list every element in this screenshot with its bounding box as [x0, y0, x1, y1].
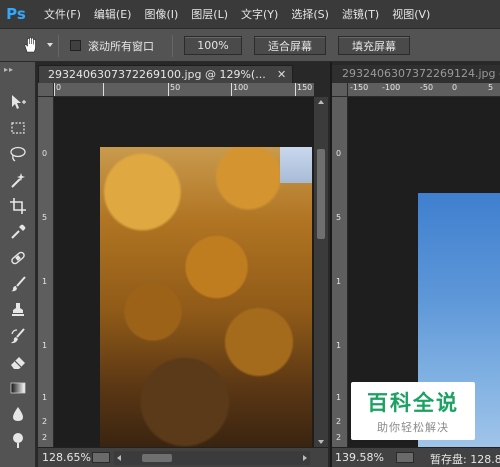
- document-tab-title: 2932406307372269124.jpg @: [342, 67, 500, 80]
- close-icon[interactable]: ✕: [277, 66, 286, 83]
- ruler-label: 5: [336, 213, 342, 222]
- watermark-logo: 百科全说 助你轻松解决: [351, 382, 475, 440]
- zoom-level[interactable]: 128.65%: [42, 451, 91, 464]
- document-window-1: 2932406307372269100.jpg @ 129%(... ✕ 0 5…: [38, 62, 328, 467]
- ruler-label: 1: [42, 341, 48, 350]
- ruler-tick: [295, 83, 296, 96]
- ruler-label: 5: [42, 213, 48, 222]
- tools-panel: ▸▸: [0, 62, 36, 467]
- ruler-tick: [54, 83, 55, 96]
- menu-select[interactable]: 选择(S): [291, 6, 329, 22]
- options-divider: [172, 35, 173, 57]
- history-brush-icon[interactable]: [8, 326, 28, 346]
- ruler-label: 2: [42, 433, 48, 442]
- horizontal-ruler[interactable]: 0 50 100 150: [54, 83, 314, 97]
- ruler-label: 0: [42, 149, 48, 158]
- blur-icon[interactable]: [8, 404, 28, 424]
- menu-image[interactable]: 图像(I): [144, 6, 178, 22]
- crop-icon[interactable]: [8, 196, 28, 216]
- healing-brush-icon[interactable]: [8, 248, 28, 268]
- fit-screen-button[interactable]: 适合屏幕: [254, 36, 326, 55]
- horizontal-ruler[interactable]: -150 -100 -50 0 5: [348, 83, 500, 97]
- document-tab-title: 2932406307372269100.jpg @ 129%(...: [48, 68, 266, 81]
- ruler-label: -100: [382, 83, 401, 92]
- document-tab-2[interactable]: 2932406307372269124.jpg @: [332, 65, 500, 83]
- ruler-origin[interactable]: [332, 83, 348, 97]
- ruler-tick: [168, 83, 169, 96]
- menu-edit[interactable]: 编辑(E): [94, 6, 132, 22]
- magic-wand-icon[interactable]: [8, 170, 28, 190]
- hand-icon[interactable]: [22, 36, 40, 54]
- status-info-icon[interactable]: [396, 452, 414, 463]
- sky-patch: [280, 147, 312, 183]
- ruler-label: 0: [56, 83, 62, 92]
- status-info-icon[interactable]: [92, 452, 110, 463]
- menu-layer[interactable]: 图层(L): [191, 6, 228, 22]
- document-tab-1[interactable]: 2932406307372269100.jpg @ 129%(... ✕: [38, 65, 293, 83]
- scroll-all-windows-checkbox[interactable]: [70, 40, 81, 51]
- ruler-label: 1: [336, 341, 342, 350]
- brush-icon[interactable]: [8, 274, 28, 294]
- scroll-all-windows-label: 滚动所有窗口: [88, 40, 154, 53]
- ruler-label: 0: [452, 83, 458, 92]
- watermark-title: 百科全说: [367, 391, 459, 415]
- watermark-subtitle: 助你轻松解决: [377, 421, 449, 434]
- eyedropper-icon[interactable]: [8, 222, 28, 242]
- status-bar-2: 139.58% 暂存盘: 128.8: [332, 447, 500, 467]
- panel-grip[interactable]: ▸▸: [4, 65, 14, 74]
- menu-type[interactable]: 文字(Y): [241, 6, 278, 22]
- ruler-tick: [231, 83, 232, 96]
- horizontal-scrollbar[interactable]: [114, 451, 310, 465]
- lasso-icon[interactable]: [8, 144, 28, 164]
- ruler-label: 2: [42, 417, 48, 426]
- menu-view[interactable]: 视图(V): [392, 6, 430, 22]
- zoom-level[interactable]: 139.58%: [335, 451, 384, 464]
- scroll-left-icon[interactable]: [117, 455, 121, 461]
- scroll-thumb[interactable]: [142, 454, 172, 462]
- tool-preset-caret-icon[interactable]: [47, 43, 53, 47]
- menu-filter[interactable]: 滤镜(T): [342, 6, 379, 22]
- ruler-label: -50: [420, 83, 434, 92]
- ruler-label: 1: [42, 277, 48, 286]
- options-bar: 滚动所有窗口 100% 适合屏幕 填充屏幕: [0, 28, 500, 62]
- scroll-thumb[interactable]: [317, 149, 325, 239]
- move-icon[interactable]: [8, 92, 28, 112]
- fill-screen-button[interactable]: 填充屏幕: [338, 36, 410, 55]
- scratch-disk-status: 暂存盘: 128.8: [430, 453, 500, 466]
- ruler-tick: [103, 83, 104, 96]
- ruler-label: -150: [350, 83, 369, 92]
- menu-bar: Ps 文件(F) 编辑(E) 图像(I) 图层(L) 文字(Y) 选择(S) 滤…: [0, 0, 500, 28]
- vertical-scrollbar[interactable]: [314, 97, 328, 447]
- ruler-label: 2: [336, 433, 342, 442]
- ruler-label: 100: [233, 83, 249, 92]
- ruler-label: 5: [488, 83, 494, 92]
- ruler-origin[interactable]: [38, 83, 54, 97]
- scroll-right-icon[interactable]: [303, 455, 307, 461]
- ruler-label: 2: [336, 417, 342, 426]
- dodge-icon[interactable]: [8, 430, 28, 450]
- vertical-ruler[interactable]: 0 5 1 1 1 2 2: [38, 97, 54, 447]
- ruler-label: 50: [170, 83, 181, 92]
- autumn-tree-image: [100, 147, 312, 447]
- gradient-icon[interactable]: [8, 378, 28, 398]
- vertical-ruler[interactable]: 0 5 1 1 1 2 2: [332, 97, 348, 447]
- status-bar-1: 128.65%: [38, 447, 328, 467]
- ruler-label: 1: [336, 277, 342, 286]
- document-canvas-1[interactable]: [54, 97, 314, 447]
- menu-file[interactable]: 文件(F): [44, 6, 81, 22]
- ruler-label: 1: [336, 393, 342, 402]
- clone-stamp-icon[interactable]: [8, 300, 28, 320]
- scroll-down-icon[interactable]: [318, 440, 324, 444]
- scroll-up-icon[interactable]: [318, 100, 324, 104]
- photoshop-logo: Ps: [6, 5, 26, 23]
- eraser-icon[interactable]: [8, 352, 28, 372]
- actual-pixels-button[interactable]: 100%: [184, 36, 242, 55]
- ruler-label: 1: [42, 393, 48, 402]
- options-divider: [58, 35, 59, 57]
- marquee-icon[interactable]: [8, 118, 28, 138]
- ruler-label: 0: [336, 149, 342, 158]
- ruler-label: 150: [297, 83, 313, 92]
